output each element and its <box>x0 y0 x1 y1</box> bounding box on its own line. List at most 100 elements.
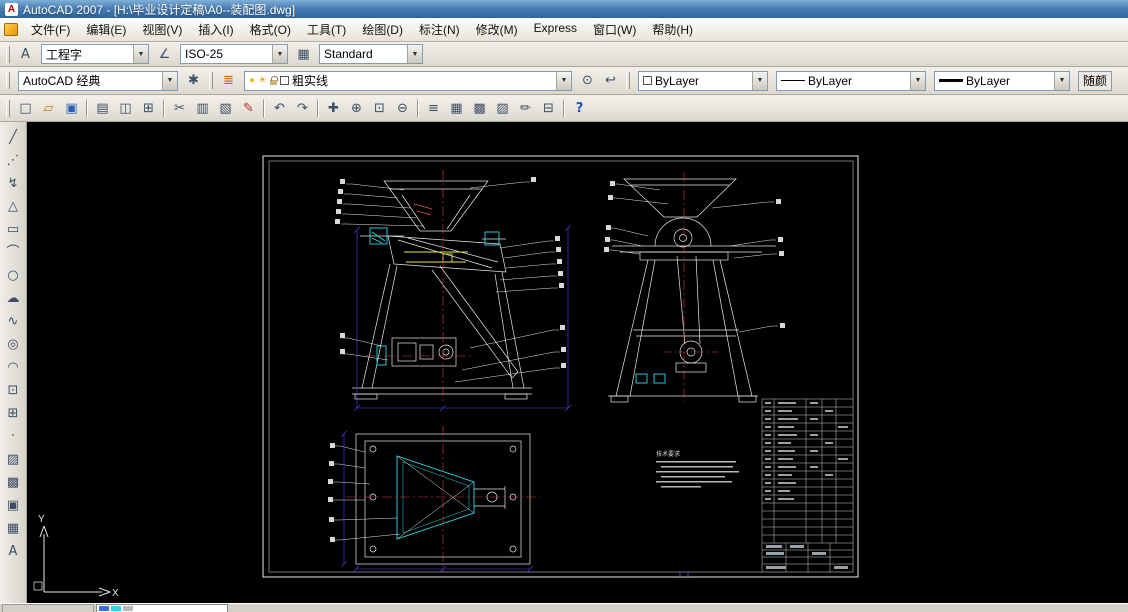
model-tab-icon[interactable] <box>99 606 109 611</box>
gradient-tool[interactable]: ▩ <box>2 472 24 493</box>
construction-line-tool[interactable]: ⋰ <box>2 150 24 171</box>
dim-style-combo[interactable]: ISO-25 ▼ <box>180 44 288 64</box>
copy-button[interactable]: ▥ <box>191 97 214 119</box>
ellipse-tool[interactable]: ◎ <box>2 334 24 355</box>
layer-thaw-icon[interactable]: ☀ <box>258 76 267 86</box>
chevron-down-icon[interactable]: ▼ <box>752 72 767 90</box>
chevron-down-icon[interactable]: ▼ <box>162 72 177 90</box>
menu-item[interactable]: 文件(F) <box>23 19 78 40</box>
circle-tool[interactable]: ○ <box>2 265 24 286</box>
markup-set-manager-button[interactable]: ✏ <box>514 97 537 119</box>
text-style-combo[interactable]: 工程字 ▼ <box>41 44 149 64</box>
line-tool[interactable]: ╱ <box>2 127 24 148</box>
revision-cloud-tool[interactable]: ☁ <box>2 288 24 309</box>
save-button[interactable]: ▣ <box>60 97 83 119</box>
help-button[interactable]: ? <box>568 97 591 119</box>
ellipse-arc-tool[interactable]: ◠ <box>2 357 24 378</box>
chevron-down-icon[interactable]: ▼ <box>556 72 571 90</box>
workspace-settings-button[interactable]: ✱ <box>182 70 205 92</box>
polygon-tool[interactable]: △ <box>2 196 24 217</box>
toolbar-grip[interactable] <box>6 46 10 63</box>
layer-combo[interactable]: ● ☀ 粗实线 ▼ <box>244 71 572 91</box>
open-button[interactable]: ▱ <box>37 97 60 119</box>
new-button[interactable]: □ <box>14 97 37 119</box>
chevron-down-icon[interactable]: ▼ <box>1054 72 1069 90</box>
match-properties-button[interactable]: ✎ <box>237 97 260 119</box>
color-combo[interactable]: ByLayer ▼ <box>638 71 768 91</box>
draw-tool-icon: ⌒ <box>6 246 19 259</box>
plot-button[interactable]: ▤ <box>91 97 114 119</box>
point-tool[interactable]: · <box>2 426 24 447</box>
title-bar[interactable]: A AutoCAD 2007 - [H:\毕业设计定稿\A0--装配图.dwg] <box>0 0 1128 18</box>
chevron-down-icon[interactable]: ▼ <box>272 45 287 63</box>
toolbar-button-icon: ⊞ <box>143 102 154 115</box>
cut-button[interactable]: ✂ <box>168 97 191 119</box>
plot-preview-button[interactable]: ◫ <box>114 97 137 119</box>
layout-tab-icon[interactable] <box>123 606 133 611</box>
zoom-realtime-button[interactable]: ⊕ <box>345 97 368 119</box>
designcenter-button[interactable]: ▦ <box>445 97 468 119</box>
dwg-file-icon[interactable] <box>4 23 18 36</box>
arc-tool[interactable]: ⌒ <box>2 242 24 263</box>
lineweight-combo[interactable]: ByLayer ▼ <box>934 71 1070 91</box>
menu-item[interactable]: 插入(I) <box>190 19 241 40</box>
rectangle-tool[interactable]: ▭ <box>2 219 24 240</box>
make-block-tool[interactable]: ⊞ <box>2 403 24 424</box>
hatch-tool[interactable]: ▨ <box>2 449 24 470</box>
calculator-button[interactable]: ⊟ <box>537 97 560 119</box>
layout-tab-icon[interactable] <box>111 606 121 611</box>
polyline-tool[interactable]: ↯ <box>2 173 24 194</box>
gear-icon: ✱ <box>188 74 199 87</box>
table-tool[interactable]: ▦ <box>2 518 24 539</box>
menu-item[interactable]: 视图(V) <box>134 19 190 40</box>
toolbar-grip[interactable] <box>209 72 213 89</box>
multiline-text-tool[interactable]: A <box>2 541 24 562</box>
toolbar-grip[interactable] <box>6 72 10 89</box>
layer-on-icon[interactable]: ● <box>249 76 255 86</box>
toolbar-grip[interactable] <box>6 100 10 117</box>
chevron-down-icon[interactable]: ▼ <box>910 72 925 90</box>
layer-properties-button[interactable]: ≣ <box>217 70 240 92</box>
layout-tabs[interactable] <box>96 604 228 612</box>
publish-button[interactable]: ⊞ <box>137 97 160 119</box>
spline-tool[interactable]: ∿ <box>2 311 24 332</box>
dim-style-manager-button[interactable]: ∠ <box>153 43 176 65</box>
side-view-leaders <box>604 181 785 332</box>
redo-button[interactable]: ↷ <box>291 97 314 119</box>
pan-button[interactable]: ✚ <box>322 97 345 119</box>
zoom-previous-button[interactable]: ⊖ <box>391 97 414 119</box>
toolbar-grip[interactable] <box>626 72 630 89</box>
menu-item[interactable]: 工具(T) <box>299 19 354 40</box>
layer-color-swatch[interactable] <box>280 76 289 85</box>
text-style-manager-button[interactable]: A <box>14 43 37 65</box>
table-style-manager-button[interactable]: ▦ <box>292 43 315 65</box>
chevron-down-icon[interactable]: ▼ <box>407 45 422 63</box>
undo-button[interactable]: ↶ <box>268 97 291 119</box>
table-style-combo[interactable]: Standard ▼ <box>319 44 423 64</box>
menu-item[interactable]: 编辑(E) <box>78 19 134 40</box>
menu-item[interactable]: 帮助(H) <box>644 19 701 40</box>
sheet-set-manager-button[interactable]: ▨ <box>491 97 514 119</box>
workspace-combo[interactable]: AutoCAD 经典 ▼ <box>18 71 178 91</box>
properties-button[interactable]: ≡ <box>422 97 445 119</box>
zoom-window-button[interactable]: ⊡ <box>368 97 391 119</box>
table-style-icon: ▦ <box>297 48 309 61</box>
menu-item[interactable]: 标注(N) <box>411 19 468 40</box>
menu-item[interactable]: 格式(O) <box>242 19 299 40</box>
menu-item[interactable]: 窗口(W) <box>585 19 644 40</box>
chevron-down-icon[interactable]: ▼ <box>133 45 148 63</box>
paste-button[interactable]: ▧ <box>214 97 237 119</box>
menu-item[interactable]: 修改(M) <box>468 19 526 40</box>
make-object-layer-current-button[interactable]: ⊙ <box>576 70 599 92</box>
region-tool[interactable]: ▣ <box>2 495 24 516</box>
model-space-canvas[interactable]: 技术要求 Y X <box>27 122 1128 603</box>
insert-block-tool[interactable]: ⊡ <box>2 380 24 401</box>
tool-palettes-button[interactable]: ▩ <box>468 97 491 119</box>
linetype-combo[interactable]: ByLayer ▼ <box>776 71 926 91</box>
layer-lock-icon[interactable] <box>270 80 277 85</box>
layer-previous-button[interactable]: ↩ <box>599 70 622 92</box>
drawing-viewport[interactable]: 技术要求 Y X <box>27 122 1128 603</box>
menu-item[interactable]: 绘图(D) <box>354 19 411 40</box>
menu-item[interactable]: Express <box>526 19 585 40</box>
toolbar-button-icon: ▥ <box>196 102 208 115</box>
